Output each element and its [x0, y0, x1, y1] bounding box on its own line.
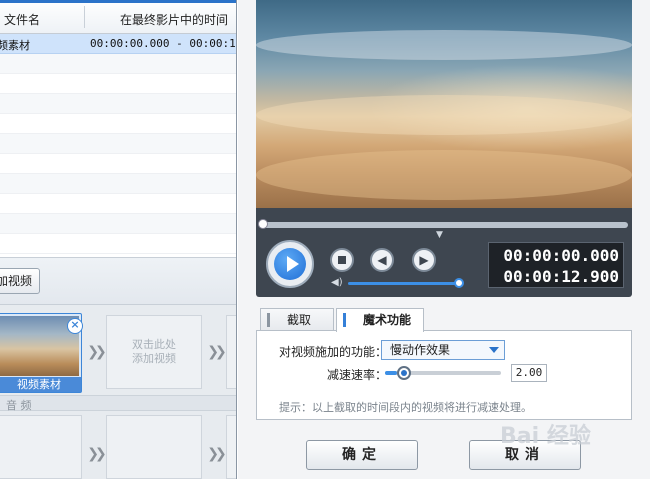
row-file-name: 频素材: [0, 39, 30, 52]
chevron-right-icon: ❯❯: [87, 446, 106, 462]
table-row-empty: [0, 94, 236, 114]
chevron-right-icon: ❯❯: [207, 344, 226, 360]
speed-label: 减速速率：: [327, 368, 388, 382]
volume-slider[interactable]: [348, 282, 458, 285]
add-video-button[interactable]: 加视频: [0, 268, 40, 294]
file-table-header: 文件名 在最终影片中的时间: [0, 0, 236, 34]
header-accent-bar: [0, 0, 236, 3]
video-player: ▼ ◀ ▶ ◀) 00:00:00.000 00:00:12.900: [256, 0, 632, 297]
play-icon: [274, 248, 306, 280]
tab-trim-label: 截取: [287, 313, 312, 327]
empty-audio-slot-partial[interactable]: [226, 415, 236, 479]
timecode-display: 00:00:00.000 00:00:12.900: [488, 242, 624, 288]
storyboard: 视频素材 × ❯❯ 双击此处 添加视频 ❯❯ ❯❯ ❯❯: [0, 305, 236, 479]
seek-handle[interactable]: [258, 219, 268, 229]
magic-function-panel: 对视频施加的功能： 慢动作效果 减速速率： 2.00 提示：以上截取的时间段内的…: [256, 330, 632, 420]
step-forward-icon: ▶: [419, 253, 429, 267]
column-separator: [84, 6, 85, 28]
table-row-empty: [0, 54, 236, 74]
cloud-layer: [256, 95, 632, 135]
cloud-layer: [256, 30, 632, 60]
total-time: 00:00:12.900: [503, 267, 619, 286]
ok-button[interactable]: 确定: [306, 440, 418, 470]
tab-marker: [267, 313, 270, 327]
next-frame-button[interactable]: ▶: [412, 248, 436, 272]
play-button[interactable]: [266, 240, 314, 288]
tab-magic-label: 魔术功能: [363, 313, 412, 327]
speed-slider-fill: [385, 371, 397, 375]
step-back-icon: ◀: [377, 253, 387, 267]
tab-magic[interactable]: 魔术功能: [336, 308, 424, 332]
cloud-layer: [256, 150, 632, 200]
table-row-empty: [0, 154, 236, 174]
tab-trim[interactable]: 截取: [260, 308, 334, 331]
empty-audio-slot[interactable]: [0, 415, 82, 479]
empty-video-slot-partial[interactable]: [226, 315, 236, 389]
table-row-empty: [0, 194, 236, 214]
file-table-body: 频素材 00:00:00.000 - 00:00:12.9: [0, 34, 236, 254]
remove-clip-icon[interactable]: ×: [67, 318, 83, 334]
stop-icon: [338, 256, 346, 264]
table-row-empty: [0, 74, 236, 94]
clip-label: 视频素材: [0, 377, 81, 392]
row-file-time: 00:00:00.000 - 00:00:12.9: [90, 37, 236, 50]
audio-track-label: 音 频: [6, 399, 32, 412]
preview-and-effects-panel: ▼ ◀ ▶ ◀) 00:00:00.000 00:00:12.900 截取 魔术…: [238, 0, 650, 479]
current-time: 00:00:00.000: [503, 246, 619, 265]
table-row[interactable]: 频素材 00:00:00.000 - 00:00:12.9: [0, 34, 236, 54]
chevron-down-icon[interactable]: ▼: [436, 230, 443, 240]
slot-hint-line2: 添加视频: [132, 352, 176, 365]
volume-icon[interactable]: ◀): [331, 278, 345, 288]
audio-track-label-bar: 音 频: [0, 395, 236, 412]
column-header-time[interactable]: 在最终影片中的时间: [120, 11, 228, 28]
file-list-panel: 文件名 在最终影片中的时间 频素材 00:00:00.000 - 00:00:1…: [0, 0, 237, 479]
chevron-right-icon: ❯❯: [207, 446, 226, 462]
tab-marker: [343, 313, 346, 327]
watermark-logo: Bai 经验: [500, 424, 591, 449]
volume-handle[interactable]: [454, 278, 464, 288]
stop-button[interactable]: [330, 248, 354, 272]
table-row-empty: [0, 174, 236, 194]
table-row-empty: [0, 214, 236, 234]
speed-slider-handle[interactable]: [397, 366, 411, 380]
table-row-empty: [0, 114, 236, 134]
video-preview[interactable]: [256, 0, 632, 208]
storyboard-clip[interactable]: 视频素材 ×: [0, 313, 83, 393]
function-select[interactable]: 慢动作效果: [381, 340, 505, 360]
left-toolbar: 加视频: [0, 257, 236, 305]
function-select-value: 慢动作效果: [390, 343, 451, 357]
chevron-right-icon: ❯❯: [87, 344, 106, 360]
function-label: 对视频施加的功能：: [279, 345, 388, 359]
previous-frame-button[interactable]: ◀: [370, 248, 394, 272]
speed-value-field[interactable]: 2.00: [511, 364, 547, 382]
column-header-filename[interactable]: 文件名: [4, 11, 40, 28]
seek-bar[interactable]: [258, 219, 628, 229]
empty-video-slot[interactable]: 双击此处 添加视频: [106, 315, 202, 389]
chevron-down-icon: [489, 347, 499, 353]
slot-hint-line1: 双击此处: [132, 338, 176, 351]
table-row-empty: [0, 134, 236, 154]
empty-audio-slot[interactable]: [106, 415, 202, 479]
table-row-empty: [0, 234, 236, 254]
hint-text: 提示：以上截取的时间段内的视频将进行减速处理。: [279, 401, 532, 414]
